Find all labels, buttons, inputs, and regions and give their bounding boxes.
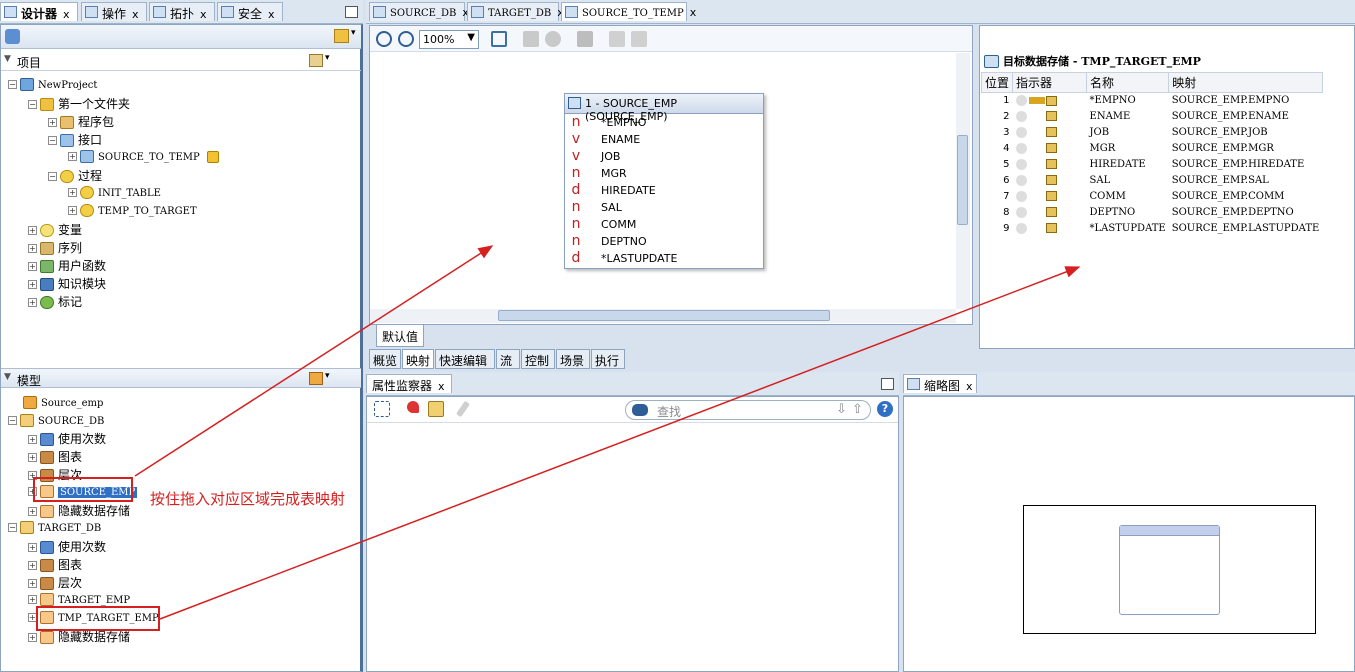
arrow-source-to-canvas <box>134 245 494 477</box>
annotation-arrows <box>134 245 1081 620</box>
arrow-target-to-datastore <box>159 266 1081 620</box>
